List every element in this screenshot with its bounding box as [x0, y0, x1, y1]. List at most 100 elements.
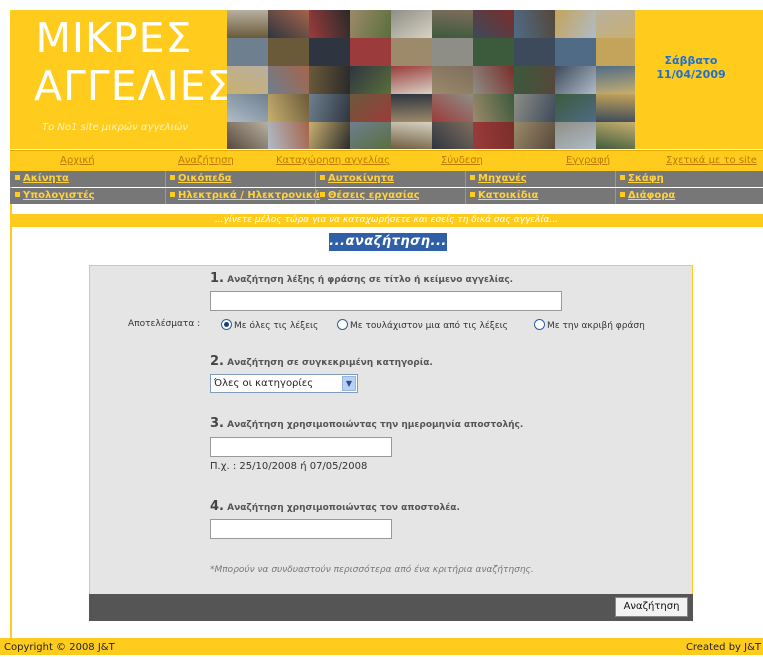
date-format-hint: Π.χ. : 25/10/2008 ή 07/05/2008	[210, 461, 368, 472]
logo-line-2: ΑΓΓΕΛΙΕΣ	[34, 62, 234, 110]
banner-photo-tile	[227, 94, 268, 122]
radio-all-words[interactable]: Με όλες τις λέξεις	[221, 319, 318, 331]
category-menu: Ακίνητα Οικόπεδα Αυτοκίνητα Μηχανές Σκάφ…	[10, 171, 763, 205]
banner-photo-tile	[555, 38, 596, 66]
search-button[interactable]: Αναζήτηση	[615, 597, 688, 617]
date-search-input[interactable]	[210, 437, 392, 457]
banner-photo-tile	[432, 122, 473, 149]
date-day: Σάββατο	[664, 54, 718, 67]
banner-photo-tile	[473, 10, 514, 38]
q2-text: Αναζήτηση σε συγκεκριμένη κατηγορία.	[227, 358, 433, 368]
radio-unselected-icon	[337, 319, 348, 330]
banner-photo-tile	[555, 66, 596, 94]
category-divider	[615, 188, 616, 204]
current-date: Σάββατο 11/04/2009	[646, 54, 736, 82]
radio-selected-icon	[221, 319, 232, 330]
banner-photo-tile	[309, 122, 350, 149]
chevron-down-icon[interactable]: ▼	[342, 376, 356, 391]
category-row-1: Ακίνητα Οικόπεδα Αυτοκίνητα Μηχανές Σκάφ…	[10, 171, 763, 187]
banner-photo-tile	[391, 94, 432, 122]
main-nav: Αρχική Αναζήτηση Καταχώρηση αγγελίας Σύν…	[10, 150, 763, 171]
banner-photo-tile	[309, 10, 350, 38]
category-real-estate[interactable]: Ακίνητα	[15, 173, 69, 184]
results-label: Αποτελέσματα :	[128, 319, 201, 329]
banner-photo-tile	[391, 66, 432, 94]
q2-label: 2. Αναζήτηση σε συγκεκριμένη κατηγορία.	[210, 354, 433, 369]
category-cars[interactable]: Αυτοκίνητα	[320, 173, 394, 184]
keyword-search-input[interactable]	[210, 291, 562, 311]
q3-label: 3. Αναζήτηση χρησιμοποιώντας την ημερομη…	[210, 416, 523, 431]
category-divider	[165, 188, 166, 204]
category-jobs[interactable]: Θέσεις εργασίας	[320, 190, 420, 201]
banner-photo-tile	[391, 10, 432, 38]
radio-exact-phrase[interactable]: Με την ακριβή φράση	[534, 319, 645, 331]
site-tagline: Το No1 site μικρών αγγελιών	[42, 122, 189, 133]
category-row-2: Υπολογιστές Ηλεκτρικά / Ηλεκτρονικά Θέσε…	[10, 188, 763, 204]
page-footer: Copyright © 2008 J&T Created by J&T	[0, 638, 763, 655]
banner-photo-tile	[555, 94, 596, 122]
category-select-value: Όλες οι κατηγορίες	[214, 378, 314, 389]
banner-photo-tile	[596, 94, 635, 122]
category-plots[interactable]: Οικόπεδα	[170, 173, 232, 184]
nav-home-link[interactable]: Αρχική	[60, 155, 95, 166]
nav-register-link[interactable]: Εγγραφή	[566, 155, 610, 166]
category-misc[interactable]: Διάφορα	[620, 190, 675, 201]
q3-number: 3.	[210, 416, 224, 431]
banner-photo-tile	[350, 66, 391, 94]
banner-photo-tile	[227, 10, 268, 38]
banner-photo-tile	[268, 94, 309, 122]
banner-photo-tile	[473, 66, 514, 94]
banner-photo-tile	[227, 66, 268, 94]
date-value: 11/04/2009	[656, 68, 726, 81]
criteria-note: *Μπορούν να συνδυαστούν περισσότερα από …	[210, 565, 534, 575]
banner-photo-tile	[555, 122, 596, 149]
search-panel-footer	[89, 594, 693, 621]
banner-photo-tile	[309, 94, 350, 122]
site-header: ΜΙΚΡΕΣ ΑΓΓΕΛΙΕΣ Το No1 site μικρών αγγελ…	[10, 10, 763, 149]
banner-photo-tile	[473, 94, 514, 122]
q2-number: 2.	[210, 354, 224, 369]
search-heading: ...αναζήτηση...	[329, 233, 447, 251]
banner-photo-tile	[596, 66, 635, 94]
banner-photo-tile	[227, 122, 268, 149]
banner-photo-tile	[350, 38, 391, 66]
banner-photo-tile	[555, 10, 596, 38]
nav-post-ad-link[interactable]: Καταχώρηση αγγελίας	[276, 155, 390, 166]
q3-text: Αναζήτηση χρησιμοποιώντας την ημερομηνία…	[227, 420, 524, 430]
category-divider	[315, 171, 316, 187]
banner-photo-tile	[309, 38, 350, 66]
nav-about-link[interactable]: Σχετικά με το site	[666, 155, 757, 166]
category-motorbikes[interactable]: Μηχανές	[470, 173, 527, 184]
nav-search-link[interactable]: Αναζήτηση	[178, 155, 234, 166]
category-divider	[165, 171, 166, 187]
category-computers[interactable]: Υπολογιστές	[15, 190, 95, 201]
banner-photo-tile	[596, 122, 635, 149]
category-select[interactable]: Όλες οι κατηγορίες ▼	[210, 374, 358, 393]
q1-label: 1. Αναζήτηση λέξης ή φράσης σε τίτλο ή κ…	[210, 271, 513, 286]
category-divider	[465, 171, 466, 187]
q1-text: Αναζήτηση λέξης ή φράσης σε τίτλο ή κείμ…	[227, 275, 514, 285]
banner-photo-tile	[350, 10, 391, 38]
category-divider	[315, 188, 316, 204]
q4-label: 4. Αναζήτηση χρησιμοποιώντας τον αποστολ…	[210, 499, 460, 514]
sender-search-input[interactable]	[210, 519, 392, 539]
banner-photo-tile	[432, 38, 473, 66]
radio-any-word[interactable]: Με τουλάχιστον μια από τις λέξεις	[337, 319, 508, 331]
site-logo-title[interactable]: ΜΙΚΡΕΣ ΑΓΓΕΛΙΕΣ	[34, 14, 234, 110]
banner-photo-tile	[268, 10, 309, 38]
banner-photo-tile	[268, 66, 309, 94]
category-pets[interactable]: Κατοικίδια	[470, 190, 538, 201]
banner-photo-tile	[391, 122, 432, 149]
nav-login-link[interactable]: Σύνδεση	[441, 155, 483, 166]
category-boats[interactable]: Σκάφη	[620, 173, 664, 184]
banner-photo-tile	[514, 94, 555, 122]
header-banner-collage	[227, 10, 635, 149]
category-divider	[465, 188, 466, 204]
banner-photo-tile	[309, 66, 350, 94]
q4-text: Αναζήτηση χρησιμοποιώντας τον αποστολέα.	[227, 503, 460, 513]
radio-unselected-icon	[534, 319, 545, 330]
banner-photo-tile	[473, 122, 514, 149]
q4-number: 4.	[210, 499, 224, 514]
category-electrical[interactable]: Ηλεκτρικά / Ηλεκτρονικά	[170, 190, 320, 201]
banner-photo-tile	[514, 38, 555, 66]
